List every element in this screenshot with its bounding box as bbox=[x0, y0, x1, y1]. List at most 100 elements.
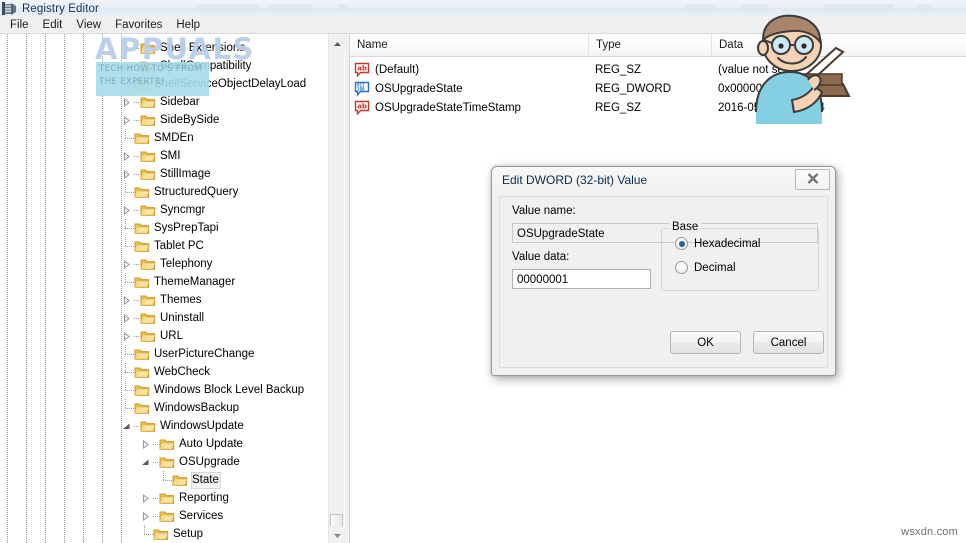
value-name-cell: (Default) bbox=[375, 63, 420, 76]
tree-expander-collapsed-icon[interactable] bbox=[118, 309, 134, 327]
menu-favorites[interactable]: Favorites bbox=[108, 18, 169, 33]
folder-icon bbox=[140, 203, 156, 217]
tree-item-reporting[interactable]: Reporting bbox=[137, 489, 231, 507]
value-type-cell: REG_SZ bbox=[595, 63, 642, 76]
tree-item-label: WindowsBackup bbox=[154, 401, 240, 414]
tree-item-thememanager[interactable]: ThemeManager bbox=[118, 273, 237, 291]
column-header-type[interactable]: Type bbox=[589, 34, 712, 56]
tree-item-themes[interactable]: Themes bbox=[118, 291, 204, 309]
tree-elbow bbox=[118, 399, 134, 417]
folder-icon bbox=[140, 311, 156, 325]
radio-decimal-label: Decimal bbox=[694, 261, 736, 274]
folder-icon bbox=[159, 509, 175, 523]
column-header-name[interactable]: Name bbox=[350, 34, 589, 56]
tree-item-label: Telephony bbox=[160, 257, 213, 270]
svg-text:ab: ab bbox=[357, 64, 367, 72]
tree-item-windowsbackup[interactable]: WindowsBackup bbox=[118, 399, 241, 417]
tree-expander-collapsed-icon[interactable] bbox=[137, 507, 153, 525]
svg-text:ab: ab bbox=[357, 102, 367, 110]
edit-dword-dialog[interactable]: Edit DWORD (32-bit) Value Value name: Va… bbox=[491, 166, 836, 376]
tree-item-label: OSUpgrade bbox=[179, 455, 240, 468]
tree-item-label: SMI bbox=[160, 149, 181, 162]
tree-item-label: Uninstall bbox=[160, 311, 205, 324]
value-data-label: Value data: bbox=[512, 251, 570, 263]
registry-value-row[interactable]: ab (Default) REG_SZ (value not set) bbox=[350, 60, 966, 79]
tree-item-tablet-pc[interactable]: Tablet PC bbox=[118, 237, 206, 255]
dialog-close-button[interactable] bbox=[795, 169, 830, 190]
tree-expander-collapsed-icon[interactable] bbox=[118, 201, 134, 219]
tree-expander-collapsed-icon[interactable] bbox=[137, 489, 153, 507]
scroll-down-arrow-icon bbox=[333, 526, 342, 543]
tree-indent-rail bbox=[102, 34, 103, 543]
registry-value-row[interactable]: 011 100 OSUpgradeState REG_DWORD 0x00000001 … bbox=[350, 79, 966, 98]
tree-item-osupgrade[interactable]: OSUpgrade bbox=[137, 453, 242, 471]
tree-item-stillimage[interactable]: StillImage bbox=[118, 165, 213, 183]
tree-item-smden[interactable]: SMDEn bbox=[118, 129, 196, 147]
menu-edit[interactable]: Edit bbox=[36, 18, 70, 33]
folder-icon bbox=[172, 473, 188, 487]
folder-icon bbox=[134, 239, 150, 253]
folder-icon bbox=[140, 167, 156, 181]
svg-text:100: 100 bbox=[357, 86, 365, 91]
tree-item-userpicturechange[interactable]: UserPictureChange bbox=[118, 345, 256, 363]
tree-scrollbar[interactable] bbox=[328, 34, 345, 543]
tree-item-label: State bbox=[191, 471, 221, 489]
tree-item-services[interactable]: Services bbox=[137, 507, 225, 525]
radio-hexadecimal[interactable]: Hexadecimal bbox=[675, 237, 760, 250]
tree-item-label: WebCheck bbox=[154, 365, 211, 378]
menu-file[interactable]: File bbox=[3, 18, 36, 33]
column-header-data[interactable]: Data bbox=[712, 34, 966, 56]
tree-expander-collapsed-icon[interactable] bbox=[118, 147, 134, 165]
folder-icon bbox=[134, 185, 150, 199]
radio-decimal[interactable]: Decimal bbox=[675, 261, 736, 274]
tree-item-webcheck[interactable]: WebCheck bbox=[118, 363, 212, 381]
tree-item-syncmgr[interactable]: Syncmgr bbox=[118, 201, 207, 219]
tree-item-label: Setup bbox=[173, 527, 204, 540]
tree-expander-collapsed-icon[interactable] bbox=[118, 327, 134, 345]
tree-indent-rail bbox=[64, 34, 65, 543]
tree-expander-collapsed-icon[interactable] bbox=[118, 255, 134, 273]
tree-expander-collapsed-icon[interactable] bbox=[118, 111, 134, 129]
tree-item-smi[interactable]: SMI bbox=[118, 147, 182, 165]
ok-button[interactable]: OK bbox=[670, 331, 741, 354]
cancel-button[interactable]: Cancel bbox=[753, 331, 824, 354]
registry-value-row[interactable]: ab OSUpgradeStateTimeStamp REG_SZ 2016-05-0… bbox=[350, 98, 966, 117]
tree-item-label: SMDEn bbox=[154, 131, 194, 144]
tree-item-url[interactable]: URL bbox=[118, 327, 185, 345]
tree-item-windowsupdate[interactable]: WindowsUpdate bbox=[118, 417, 246, 435]
tree-item-sidebyside[interactable]: SideBySide bbox=[118, 111, 221, 129]
radio-hexadecimal-label: Hexadecimal bbox=[694, 237, 761, 250]
value-data-input[interactable] bbox=[512, 269, 651, 289]
tree-item-structuredquery[interactable]: StructuredQuery bbox=[118, 183, 240, 201]
tree-expander-expanded-icon[interactable] bbox=[118, 417, 134, 435]
tree-item-label: WindowsUpdate bbox=[160, 419, 244, 432]
scroll-up-button[interactable] bbox=[329, 34, 345, 51]
tree-item-telephony[interactable]: Telephony bbox=[118, 255, 214, 273]
tree-item-uninstall[interactable]: Uninstall bbox=[118, 309, 206, 327]
scroll-down-button[interactable] bbox=[329, 526, 345, 543]
tree-elbow bbox=[118, 345, 134, 363]
tree-item-label: Windows Block Level Backup bbox=[154, 383, 305, 396]
registry-tree[interactable]: Shell ExtensionsShellCompatibilityShellS… bbox=[0, 34, 328, 543]
tree-item-setup[interactable]: Setup bbox=[137, 525, 205, 543]
tree-expander-collapsed-icon[interactable] bbox=[137, 435, 153, 453]
tree-elbow bbox=[118, 273, 134, 291]
folder-icon bbox=[140, 95, 156, 109]
tree-expander-collapsed-icon[interactable] bbox=[118, 165, 134, 183]
tree-elbow bbox=[118, 183, 134, 201]
tree-expander-collapsed-icon[interactable] bbox=[118, 291, 134, 309]
folder-icon bbox=[134, 401, 150, 415]
tree-item-auto-update[interactable]: Auto Update bbox=[137, 435, 245, 453]
dialog-body: Value name: Value data: Base Hexadecimal… bbox=[499, 196, 828, 368]
dialog-title: Edit DWORD (32-bit) Value bbox=[502, 173, 648, 187]
tree-item-label: Syncmgr bbox=[160, 203, 206, 216]
tree-item-label: ThemeManager bbox=[154, 275, 236, 288]
tree-expander-expanded-icon[interactable] bbox=[137, 453, 153, 471]
folder-icon bbox=[159, 455, 175, 469]
menu-help[interactable]: Help bbox=[169, 18, 207, 33]
menu-view[interactable]: View bbox=[69, 18, 108, 33]
tree-item-windows-block-level-backup[interactable]: Windows Block Level Backup bbox=[118, 381, 306, 399]
tree-item-state[interactable]: State bbox=[156, 471, 221, 489]
registry-tree-pane[interactable]: Shell ExtensionsShellCompatibilityShellS… bbox=[0, 34, 346, 543]
tree-item-syspreptapi[interactable]: SysPrepTapi bbox=[118, 219, 221, 237]
